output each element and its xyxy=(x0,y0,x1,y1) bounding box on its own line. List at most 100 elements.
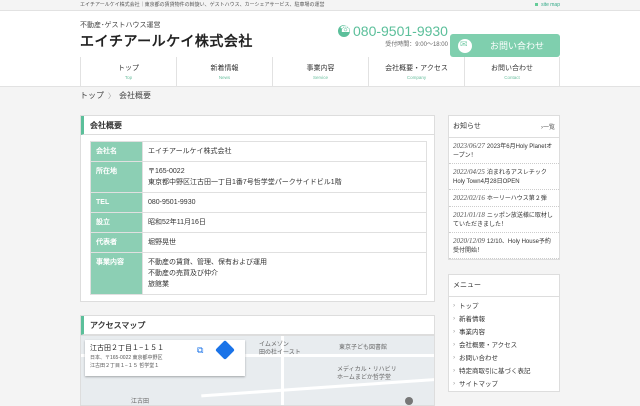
menu-item-company[interactable]: 会社概要・アクセス xyxy=(449,339,559,352)
breadcrumb-home[interactable]: トップ xyxy=(80,91,104,100)
phone-icon xyxy=(338,24,351,37)
table-row: 設立 昭和52年11月16日 xyxy=(90,212,427,233)
menu-title: メニュー xyxy=(453,282,481,289)
list-item[interactable]: 2021/01/18 ニッポン放送様に取材していただきました！ xyxy=(449,207,559,233)
map-road xyxy=(201,377,434,398)
site-logo[interactable]: エイチアールケイ株式会社 xyxy=(80,31,253,51)
row-key: 所在地 xyxy=(90,161,143,193)
breadcrumb-current: 会社概要 xyxy=(119,91,151,100)
breadcrumb: トップ〉会社概要 xyxy=(80,90,151,101)
map-place-label: ホームまどか哲学堂 xyxy=(337,375,391,381)
news-text: ホーリーハウス第２弾 xyxy=(486,196,547,202)
company-section: 会社概要 会社名 エイチアールケイ株式会社 所在地 〒165-0022 東京都中野区江… xyxy=(80,115,435,302)
nav-item-news[interactable]: 新着情報 News xyxy=(176,57,272,86)
news-date: 2023/06/27 xyxy=(453,142,485,150)
list-item[interactable]: 2022/04/25 泊まれるアスレチックHoly Town4月28日OPEN xyxy=(449,164,559,190)
row-value: 〒165-0022 東京都中野区江古田一丁目1番7号哲学堂パークサイドビル1階 xyxy=(142,161,427,193)
top-bar: エイチアールケイ株式会社｜東京都の賃貸物件の斡旋い、ゲストハウス、カーシェアサー… xyxy=(0,0,640,11)
row-key: 会社名 xyxy=(90,141,143,162)
list-item[interactable]: 2023/06/27 2023年6月Holy Planetオープン！ xyxy=(449,138,559,164)
menu-item-legal[interactable]: 特定商取引に基づく表記 xyxy=(449,365,559,378)
map-place-label: 東京子ども図書館 xyxy=(339,345,388,351)
phone-block: 080-9501-9930 受付時間：9:00～18:00 xyxy=(338,23,448,48)
row-key: 設立 xyxy=(90,212,143,233)
main-nav: トップ Top 新着情報 News 事業内容 Service 会社概要・アクセス Com… xyxy=(0,57,640,87)
menu-item-top[interactable]: トップ xyxy=(449,300,559,313)
news-date: 2021/01/18 xyxy=(453,211,485,219)
menu-list: トップ 新着情報 事業内容 会社概要・アクセス お問い合わせ 特定商取引に基づく… xyxy=(449,297,559,391)
row-value: 080-9501-9930 xyxy=(142,192,427,213)
nav-sublabel: Top xyxy=(124,75,133,80)
sidebar: お知らせ ›一覧 2023/06/27 2023年6月Holy Planetオープ… xyxy=(448,115,560,406)
map-place-address: 江古田２丁目１−１５ 哲学堂１ xyxy=(90,363,160,369)
nav-item-company[interactable]: 会社概要・アクセス Company xyxy=(368,57,464,86)
row-key: TEL xyxy=(90,192,143,213)
nav-label: トップ xyxy=(118,65,139,72)
tagline: 不動産･ゲストハウス運営 xyxy=(80,22,161,29)
row-value: 不動産の賃貸、管理、保有および運用 不動産の売買及び仲介 旅館業 xyxy=(142,252,427,295)
menu-item-sitemap[interactable]: サイトマップ xyxy=(449,378,559,391)
phone-text: 080-9501-9930 xyxy=(353,23,448,39)
business-hours: 受付時間：9:00～18:00 xyxy=(385,42,448,48)
table-row: 代表者 堀野晃世 xyxy=(90,232,427,253)
value-line: 不動産の賃貸、管理、保有および運用 xyxy=(148,259,267,266)
table-row: TEL 080-9501-9930 xyxy=(90,192,427,213)
list-item[interactable]: 2022/02/16 ホーリーハウス第２弾 xyxy=(449,190,559,207)
map-pin-icon xyxy=(405,397,413,405)
news-date: 2022/04/25 xyxy=(453,168,485,176)
menu-item-news[interactable]: 新着情報 xyxy=(449,313,559,326)
value-line: エイチアールケイ株式会社 xyxy=(148,148,232,155)
breadcrumb-separator: 〉 xyxy=(108,93,115,100)
menu-box: メニュー トップ 新着情報 事業内容 会社概要・アクセス お問い合わせ 特定商取… xyxy=(448,274,560,392)
value-line: 〒165-0022 xyxy=(148,168,185,175)
access-section-title: アクセスマップ xyxy=(81,316,434,335)
nav-sublabel: Contact xyxy=(504,75,520,80)
list-item[interactable]: 2020/12/09 12/10、Holy House予約受付開始！ xyxy=(449,233,559,259)
access-map[interactable]: イムメゾン 田の杜イースト 東京子ども図書館 メディカル・リハビリ ホームまどか… xyxy=(81,335,434,405)
sitemap-link[interactable]: site map xyxy=(535,0,560,11)
value-line: 080-9501-9930 xyxy=(148,199,196,206)
nav-sublabel: Service xyxy=(312,75,328,80)
nav-sublabel: Company xyxy=(406,75,427,80)
value-line: 昭和52年11月16日 xyxy=(148,219,206,226)
value-line: 旅館業 xyxy=(148,281,169,288)
news-date: 2020/12/09 xyxy=(453,237,485,245)
top-bar-text: エイチアールケイ株式会社｜東京都の賃貸物件の斡旋い、ゲストハウス、カーシェアサー… xyxy=(80,2,325,8)
open-in-maps-icon[interactable]: ⧉ xyxy=(197,345,203,356)
row-value: 堀野晃世 xyxy=(142,232,427,253)
nav-label: 新着情報 xyxy=(210,65,239,72)
row-key: 事業内容 xyxy=(90,252,143,295)
header: 不動産･ゲストハウス運営 エイチアールケイ株式会社 080-9501-9930 … xyxy=(0,11,640,57)
table-row: 会社名 エイチアールケイ株式会社 xyxy=(90,141,427,162)
contact-button[interactable]: お問い合わせ xyxy=(450,34,560,57)
menu-item-contact[interactable]: お問い合わせ xyxy=(449,352,559,365)
nav-label: 事業内容 xyxy=(306,65,335,72)
access-section: アクセスマップ イムメゾン 田の杜イースト 東京子ども図書館 メディカル・リハビ… xyxy=(80,315,435,406)
main-content: 会社概要 会社名 エイチアールケイ株式会社 所在地 〒165-0022 東京都中野区江… xyxy=(80,115,435,302)
news-box: お知らせ ›一覧 2023/06/27 2023年6月Holy Planetオープ… xyxy=(448,115,560,260)
value-line: 東京都中野区江古田一丁目1番7号哲学堂パークサイドビル1階 xyxy=(148,179,342,186)
nav-label: 会社概要・アクセス xyxy=(385,65,448,72)
table-row: 所在地 〒165-0022 東京都中野区江古田一丁目1番7号哲学堂パークサイドビル1… xyxy=(90,161,427,193)
nav-sublabel: News xyxy=(218,75,231,80)
phone-number[interactable]: 080-9501-9930 xyxy=(338,23,448,39)
table-row: 事業内容 不動産の賃貸、管理、保有および運用 不動産の売買及び仲介 旅館業 xyxy=(90,252,427,295)
company-section-title: 会社概要 xyxy=(81,116,434,135)
map-place-address: 日本、〒165-0022 東京都中野区 xyxy=(90,355,163,361)
news-more-link[interactable]: ›一覧 xyxy=(541,122,555,131)
news-date: 2022/02/16 xyxy=(453,194,485,202)
row-key: 代表者 xyxy=(90,232,143,253)
company-info-table: 会社名 エイチアールケイ株式会社 所在地 〒165-0022 東京都中野区江古田一丁目… xyxy=(90,141,427,295)
row-value: エイチアールケイ株式会社 xyxy=(142,141,427,162)
nav-item-contact[interactable]: お問い合わせ Contact xyxy=(464,57,560,86)
nav-item-service[interactable]: 事業内容 Service xyxy=(272,57,368,86)
map-place-label: 田の杜イースト xyxy=(259,350,301,356)
contact-button-label: お問い合わせ xyxy=(490,41,545,51)
map-info-card: 江古田２丁目１−１５１ 日本、〒165-0022 東京都中野区 江古田２丁目１−… xyxy=(85,340,245,376)
menu-item-service[interactable]: 事業内容 xyxy=(449,326,559,339)
news-more-label: 一覧 xyxy=(542,125,555,131)
nav-item-top[interactable]: トップ Top xyxy=(80,57,176,86)
menu-heading: メニュー xyxy=(449,275,559,297)
nav-label: お問い合わせ xyxy=(491,65,533,72)
value-line: 不動産の売買及び仲介 xyxy=(148,270,218,277)
